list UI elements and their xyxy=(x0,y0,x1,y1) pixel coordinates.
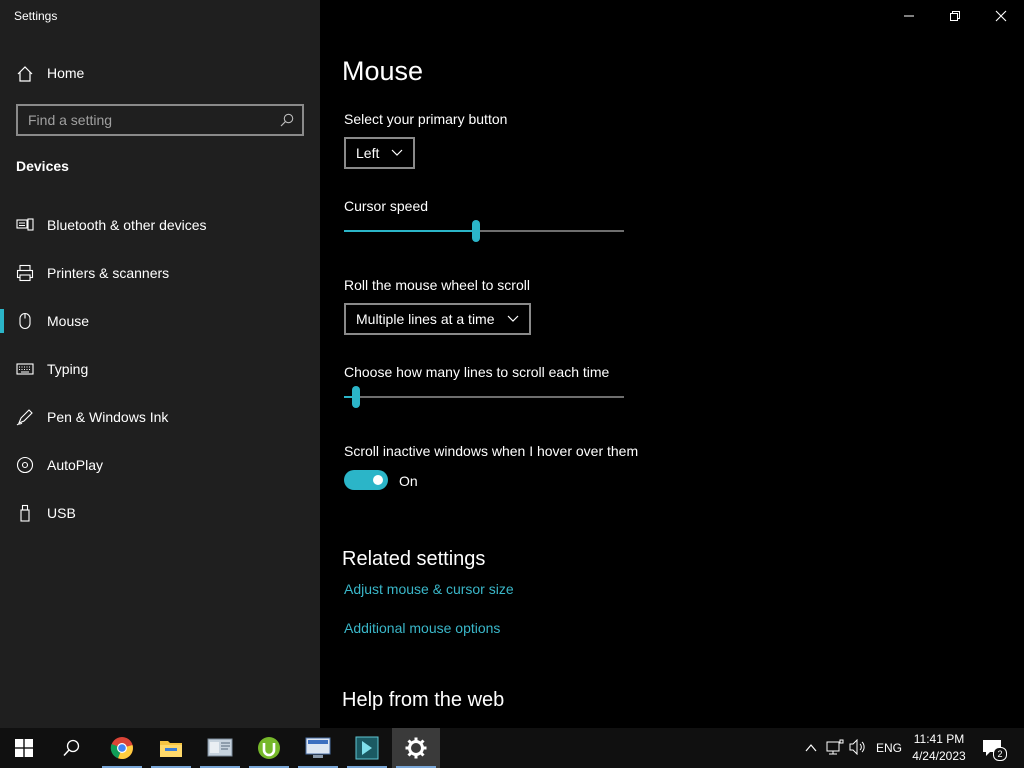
notification-count-badge: 2 xyxy=(993,747,1007,761)
file-explorer-icon xyxy=(160,741,182,757)
window-title: Settings xyxy=(14,9,58,23)
action-center-button[interactable]: 2 xyxy=(982,738,1007,761)
search-icon[interactable] xyxy=(280,113,294,127)
sidebar-item-typing[interactable]: Typing xyxy=(0,349,320,389)
toggle-knob xyxy=(373,475,383,485)
chrome-icon xyxy=(110,737,133,760)
printer-icon xyxy=(16,264,34,282)
utorrent-taskbar-button[interactable] xyxy=(245,728,293,768)
section-title: Devices xyxy=(16,158,69,174)
additional-mouse-options-link[interactable]: Additional mouse options xyxy=(344,620,500,636)
cursor-speed-label: Cursor speed xyxy=(344,198,429,214)
sidebar-item-label: Pen & Windows Ink xyxy=(47,409,169,425)
chrome-taskbar-button[interactable] xyxy=(98,728,146,768)
restore-icon xyxy=(950,11,960,21)
restore-button[interactable] xyxy=(932,0,978,32)
toggle-state-label: On xyxy=(399,473,418,489)
sidebar-item-usb[interactable]: USB xyxy=(0,493,320,533)
utorrent-icon xyxy=(258,737,280,759)
sidebar-item-printers[interactable]: Printers & scanners xyxy=(0,253,320,293)
start-icon xyxy=(15,739,33,757)
sidebar-item-label: Typing xyxy=(47,361,89,377)
sidebar-item-bluetooth[interactable]: Bluetooth & other devices xyxy=(0,205,320,245)
clock-date: 4/24/2023 xyxy=(912,749,966,763)
search-input[interactable] xyxy=(18,106,268,134)
language-indicator[interactable]: ENG xyxy=(876,741,902,755)
search-box[interactable] xyxy=(16,104,304,136)
slider-fill xyxy=(344,396,352,398)
pen-icon xyxy=(16,409,33,426)
related-settings-title: Related settings xyxy=(342,548,486,570)
bluetooth-devices-icon xyxy=(16,218,34,231)
minimize-icon xyxy=(904,15,914,17)
start-button[interactable] xyxy=(0,728,48,768)
sidebar-item-label: AutoPlay xyxy=(47,457,104,473)
settings-sidebar: Settings Home Devices Bluetooth & other … xyxy=(0,0,320,728)
sidebar-item-label: Bluetooth & other devices xyxy=(47,217,207,233)
keyboard-icon xyxy=(16,363,34,375)
sidebar-item-home[interactable]: Home xyxy=(0,56,320,90)
primary-button-label: Select your primary button xyxy=(344,111,508,127)
home-icon xyxy=(17,66,33,82)
app-taskbar-button[interactable] xyxy=(196,728,244,768)
sidebar-item-label: USB xyxy=(47,505,76,521)
sidebar-item-autoplay[interactable]: AutoPlay xyxy=(0,445,320,485)
close-button[interactable] xyxy=(978,0,1024,32)
slider-track xyxy=(344,396,624,398)
sidebar-item-label: Printers & scanners xyxy=(47,265,170,281)
settings-taskbar-button[interactable] xyxy=(392,728,440,768)
scroll-mode-label: Roll the mouse wheel to scroll xyxy=(344,277,530,293)
media-player-taskbar-button[interactable] xyxy=(343,728,391,768)
chevron-up-icon[interactable] xyxy=(804,741,818,755)
volume-icon[interactable] xyxy=(849,739,867,755)
app-icon xyxy=(305,737,331,758)
clock[interactable]: 11:41 PM 4/24/2023 xyxy=(906,731,972,765)
chevron-down-icon xyxy=(391,149,403,156)
minimize-button[interactable] xyxy=(886,0,932,32)
help-title: Help from the web xyxy=(342,689,505,711)
sidebar-item-label: Home xyxy=(47,65,85,81)
scroll-mode-dropdown[interactable]: Multiple lines at a time xyxy=(344,303,531,335)
adjust-cursor-size-link[interactable]: Adjust mouse & cursor size xyxy=(344,581,514,597)
sidebar-item-pen[interactable]: Pen & Windows Ink xyxy=(0,397,320,437)
search-icon xyxy=(63,739,80,757)
close-icon xyxy=(995,10,1007,22)
taskbar-search-button[interactable] xyxy=(48,728,96,768)
dropdown-value: Left xyxy=(356,145,380,161)
inactive-scroll-label: Scroll inactive windows when I hover ove… xyxy=(344,443,639,459)
slider-thumb[interactable] xyxy=(472,220,480,242)
sidebar-item-mouse[interactable]: Mouse xyxy=(0,301,320,341)
inactive-scroll-toggle[interactable] xyxy=(344,470,388,490)
slider-thumb[interactable] xyxy=(352,386,360,408)
app-icon xyxy=(207,738,233,757)
mouse-icon xyxy=(19,312,31,330)
autoplay-icon xyxy=(16,456,34,474)
media-player-icon xyxy=(355,736,379,760)
sidebar-item-label: Mouse xyxy=(47,313,90,329)
app-taskbar-button-2[interactable] xyxy=(294,728,342,768)
active-indicator xyxy=(0,309,4,333)
usb-icon xyxy=(20,504,30,522)
settings-icon xyxy=(405,737,427,759)
slider-fill xyxy=(344,230,472,232)
cursor-speed-slider[interactable] xyxy=(344,219,624,243)
chevron-down-icon xyxy=(507,315,518,322)
scroll-lines-label: Choose how many lines to scroll each tim… xyxy=(344,364,610,380)
primary-button-dropdown[interactable]: Left xyxy=(344,137,416,169)
network-icon[interactable] xyxy=(826,739,844,755)
file-explorer-taskbar-button[interactable] xyxy=(147,728,195,768)
clock-time: 11:41 PM xyxy=(913,732,965,746)
page-title: Mouse xyxy=(342,56,424,86)
scroll-lines-slider[interactable] xyxy=(344,385,624,409)
dropdown-value: Multiple lines at a time xyxy=(356,311,495,327)
